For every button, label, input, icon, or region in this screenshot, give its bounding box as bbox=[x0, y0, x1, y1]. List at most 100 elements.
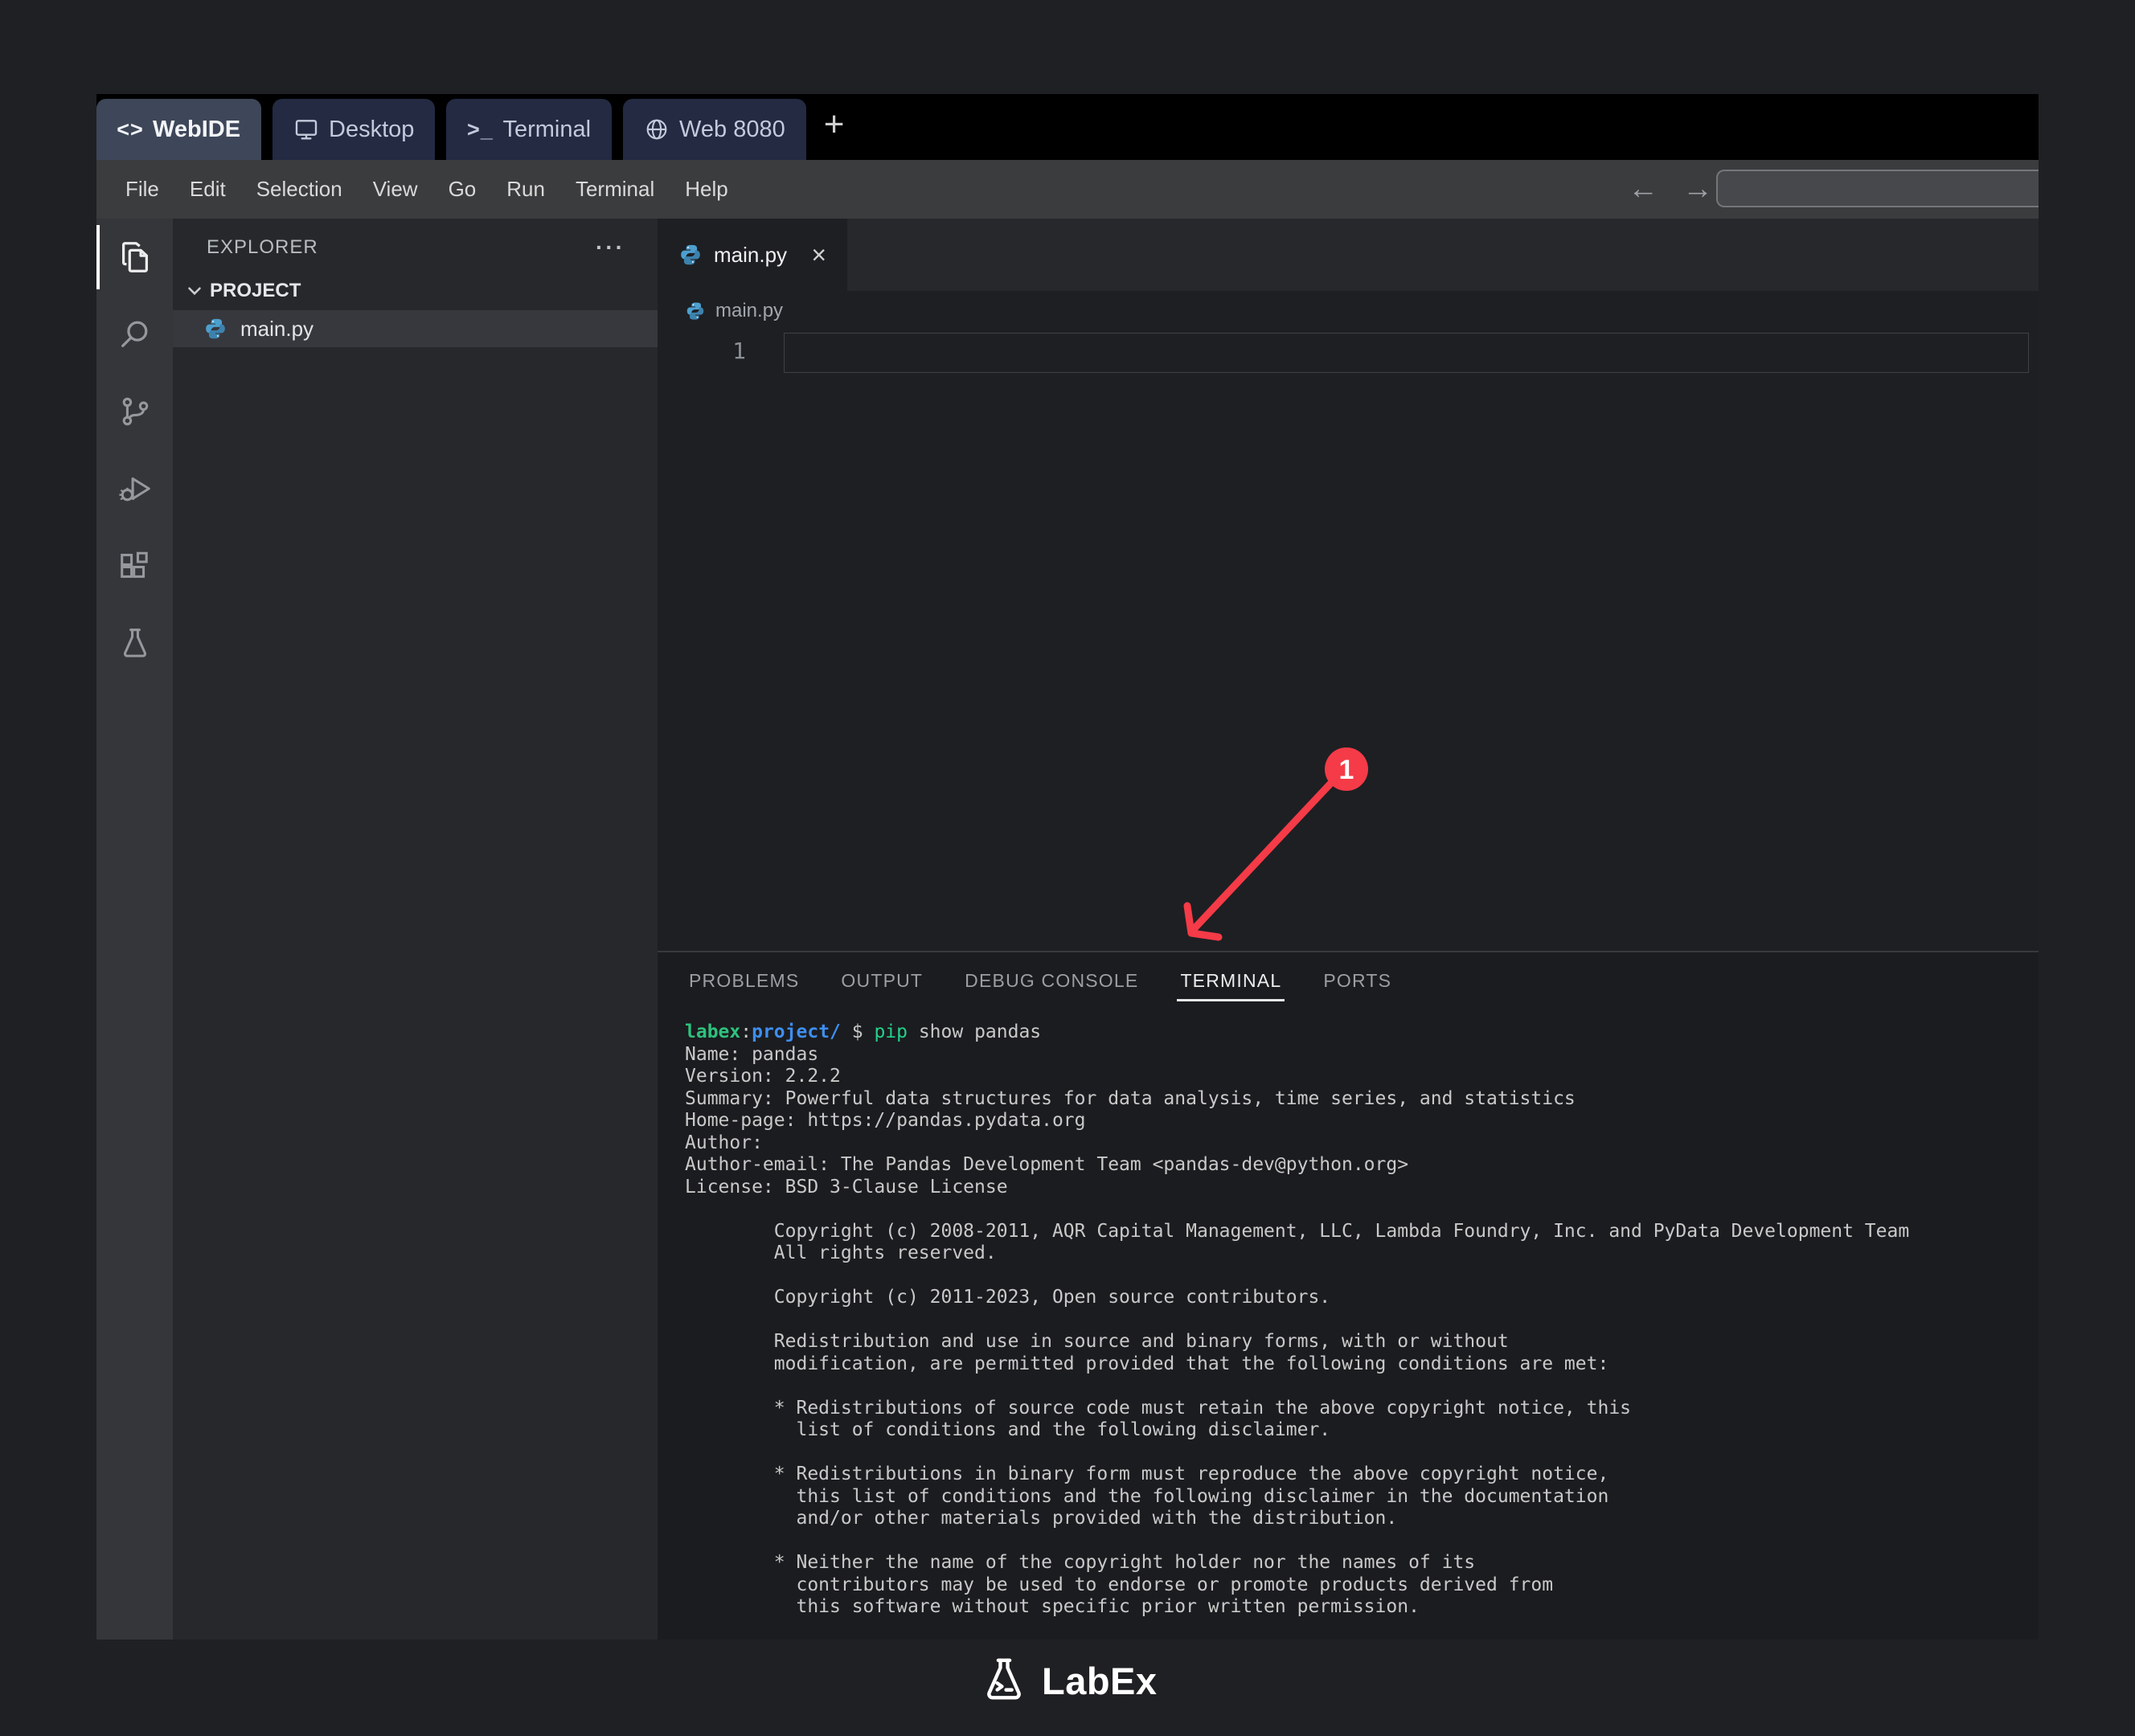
browser-tab-terminal[interactable]: >_ Terminal bbox=[446, 99, 612, 160]
breadcrumb[interactable]: main.py bbox=[658, 291, 2039, 331]
browser-tab-bar: <> WebIDE Desktop >_ Terminal Web 8080 bbox=[96, 94, 806, 160]
files-icon bbox=[117, 239, 154, 276]
menu-bar: FileEditSelectionViewGoRunTerminalHelp ←… bbox=[96, 160, 2039, 219]
monitor-icon bbox=[293, 117, 319, 142]
terminal-line: labex:project/ $ pip show pandas bbox=[685, 1022, 2039, 1044]
terminal-line bbox=[685, 1198, 2039, 1221]
breadcrumb-file: main.py bbox=[715, 300, 783, 322]
terminal-line bbox=[685, 1309, 2039, 1332]
terminal-line: Name: pandas bbox=[685, 1044, 2039, 1067]
python-icon bbox=[203, 317, 227, 341]
labex-brand: LabEx bbox=[979, 1656, 1158, 1705]
menu-go[interactable]: Go bbox=[433, 177, 492, 202]
activity-item-run-debug[interactable] bbox=[96, 450, 173, 527]
menu-help[interactable]: Help bbox=[670, 177, 743, 202]
git-branch-icon bbox=[117, 393, 154, 430]
file-item-main-py[interactable]: main.py bbox=[173, 310, 658, 347]
menu-edit[interactable]: Edit bbox=[174, 177, 241, 202]
menu-terminal[interactable]: Terminal bbox=[560, 177, 670, 202]
editor-tab-label: main.py bbox=[714, 243, 787, 268]
terminal-line: * Redistributions in binary form must re… bbox=[685, 1464, 2039, 1486]
terminal-line: * Neither the name of the copyright hold… bbox=[685, 1552, 2039, 1574]
code-editor[interactable]: 1 bbox=[658, 331, 2039, 951]
nav-forward-button[interactable]: → bbox=[1682, 172, 1713, 207]
terminal-line: All rights reserved. bbox=[685, 1243, 2039, 1265]
terminal-line bbox=[685, 1530, 2039, 1553]
editor-tab-main-py[interactable]: main.py × bbox=[658, 219, 847, 291]
bottom-panel: PROBLEMS OUTPUT DEBUG CONSOLE TERMINAL PORTS… bbox=[658, 951, 2039, 1640]
terminal-line bbox=[685, 1265, 2039, 1288]
labex-flask-icon bbox=[979, 1656, 1029, 1705]
terminal-line: this software without specific prior wri… bbox=[685, 1596, 2039, 1619]
menu-file[interactable]: File bbox=[110, 177, 174, 202]
activity-item-source-control[interactable] bbox=[96, 373, 173, 450]
terminal-line: and/or other materials provided with the… bbox=[685, 1508, 2039, 1530]
webide-window: <> WebIDE Desktop >_ Terminal Web 8080 + File… bbox=[96, 94, 2039, 1640]
terminal-line: list of conditions and the following dis… bbox=[685, 1419, 2039, 1442]
project-section-header[interactable]: PROJECT bbox=[173, 272, 658, 310]
labex-brand-text: LabEx bbox=[1042, 1659, 1158, 1703]
file-name: main.py bbox=[240, 317, 313, 342]
menu-run[interactable]: Run bbox=[491, 177, 560, 202]
browser-tab-desktop[interactable]: Desktop bbox=[273, 99, 435, 160]
history-nav: ← → bbox=[1628, 160, 1713, 219]
activity-item-extensions[interactable] bbox=[96, 527, 173, 604]
editor-tab-strip: main.py × bbox=[658, 219, 2039, 291]
chevron-down-icon bbox=[184, 280, 205, 301]
browser-tab-row: <> WebIDE Desktop >_ Terminal Web 8080 + bbox=[96, 94, 2039, 160]
workbench: EXPLORER ··· PROJECT main.py main.py × bbox=[96, 219, 2039, 1640]
command-search-input[interactable] bbox=[1716, 170, 2039, 207]
terminal-line: Author: bbox=[685, 1132, 2039, 1155]
terminal-line bbox=[685, 1375, 2039, 1398]
browser-tab-label: Desktop bbox=[329, 117, 414, 143]
editor-region: main.py × main.py 1 PROBLEMS OUTPUT DEBUG … bbox=[658, 219, 2039, 1640]
terminal-line: License: BSD 3-Clause License bbox=[685, 1177, 2039, 1199]
menu-bar-items: FileEditSelectionViewGoRunTerminalHelp bbox=[110, 177, 744, 202]
panel-tab-output[interactable]: OUTPUT bbox=[839, 956, 924, 1006]
debug-icon bbox=[117, 470, 154, 507]
terminal-line: Redistribution and use in source and bin… bbox=[685, 1331, 2039, 1353]
terminal-line: Copyright (c) 2008-2011, AQR Capital Man… bbox=[685, 1221, 2039, 1243]
panel-tab-bar: PROBLEMS OUTPUT DEBUG CONSOLE TERMINAL PORTS bbox=[658, 952, 2039, 1009]
terminal-line: Version: 2.2.2 bbox=[685, 1066, 2039, 1088]
close-tab-icon[interactable]: × bbox=[811, 242, 826, 268]
terminal-prompt-icon: >_ bbox=[467, 117, 493, 142]
terminal-line: * Redistributions of source code must re… bbox=[685, 1398, 2039, 1420]
nav-back-button[interactable]: ← bbox=[1628, 172, 1658, 207]
terminal-output[interactable]: labex:project/ $ pip show pandasName: pa… bbox=[658, 1009, 2039, 1619]
activity-item-testing[interactable] bbox=[96, 604, 173, 682]
terminal-line: this list of conditions and the followin… bbox=[685, 1486, 2039, 1509]
line-number: 1 bbox=[658, 331, 752, 371]
project-section-label: PROJECT bbox=[210, 280, 301, 302]
globe-icon bbox=[644, 117, 670, 142]
extensions-icon bbox=[117, 547, 154, 584]
explorer-sidebar: EXPLORER ··· PROJECT main.py bbox=[173, 219, 658, 1640]
panel-tab-terminal[interactable]: TERMINAL bbox=[1178, 956, 1283, 1006]
new-tab-button[interactable]: + bbox=[824, 104, 845, 149]
current-line-highlight bbox=[784, 333, 2029, 373]
activity-item-search[interactable] bbox=[96, 296, 173, 373]
code-icon: <> bbox=[117, 117, 143, 142]
python-icon bbox=[685, 301, 706, 321]
browser-tab-label: Terminal bbox=[502, 117, 591, 143]
terminal-line: modification, are permitted provided tha… bbox=[685, 1353, 2039, 1376]
menu-selection[interactable]: Selection bbox=[241, 177, 358, 202]
terminal-line: contributors may be used to endorse or p… bbox=[685, 1574, 2039, 1597]
search-icon bbox=[117, 316, 154, 353]
browser-tab-label: Web 8080 bbox=[679, 117, 785, 143]
terminal-line: Author-email: The Pandas Development Tea… bbox=[685, 1154, 2039, 1177]
flask-icon bbox=[117, 624, 154, 661]
panel-tab-ports[interactable]: PORTS bbox=[1322, 956, 1393, 1006]
terminal-line: Summary: Powerful data structures for da… bbox=[685, 1088, 2039, 1111]
activity-item-explorer[interactable] bbox=[96, 219, 173, 296]
menu-view[interactable]: View bbox=[358, 177, 433, 202]
python-icon bbox=[678, 243, 703, 267]
browser-tab-webide[interactable]: <> WebIDE bbox=[96, 99, 261, 160]
explorer-title: EXPLORER bbox=[207, 236, 318, 259]
panel-tab-debug-console[interactable]: DEBUG CONSOLE bbox=[963, 956, 1140, 1006]
browser-tab-label: WebIDE bbox=[153, 117, 240, 143]
explorer-actions-button[interactable]: ··· bbox=[596, 235, 625, 260]
terminal-line: Copyright (c) 2011-2023, Open source con… bbox=[685, 1287, 2039, 1309]
panel-tab-problems[interactable]: PROBLEMS bbox=[687, 956, 801, 1006]
browser-tab-web-8080[interactable]: Web 8080 bbox=[623, 99, 806, 160]
